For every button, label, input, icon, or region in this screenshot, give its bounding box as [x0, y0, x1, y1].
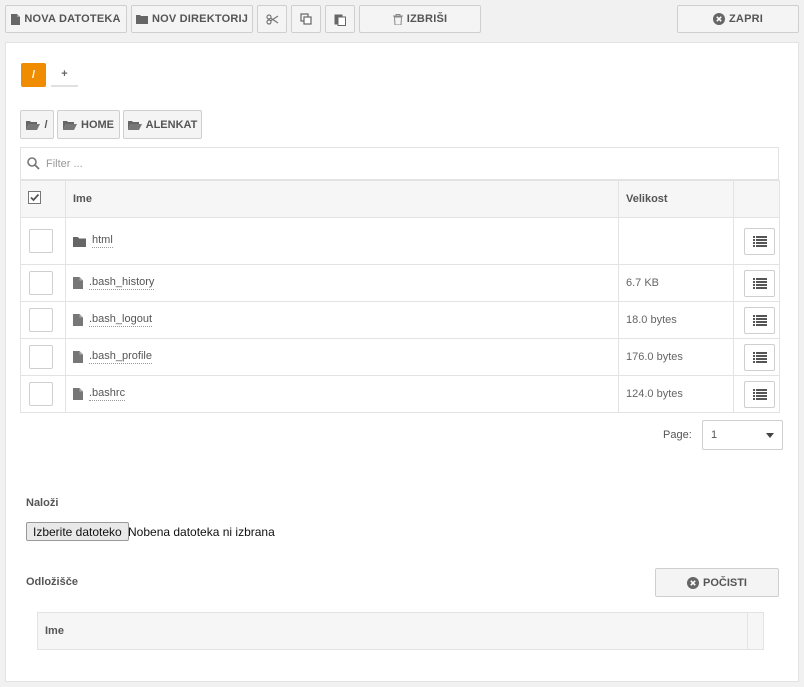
close-button[interactable]: ZAPRI	[677, 5, 799, 33]
file-size	[618, 217, 734, 265]
file-name-link[interactable]: html	[92, 234, 113, 248]
file-table: Ime Velikost html .bash_history 6.7 KB .…	[20, 180, 780, 413]
close-label: ZAPRI	[729, 13, 763, 25]
row-checkbox[interactable]	[29, 271, 53, 295]
row-actions-button[interactable]	[744, 269, 775, 297]
table-row[interactable]: .bash_profile 176.0 bytes	[20, 338, 780, 376]
breadcrumb-label: /	[44, 118, 48, 131]
list-icon	[752, 277, 767, 289]
clipboard-header-row: Ime	[37, 612, 764, 650]
column-header-name[interactable]: Ime	[65, 180, 619, 218]
folder-open-icon	[127, 120, 142, 130]
file-icon	[73, 351, 83, 363]
file-size: 6.7 KB	[618, 264, 734, 302]
breadcrumb-alenkat[interactable]: ALENKAT	[123, 110, 202, 139]
list-icon	[752, 314, 767, 326]
paste-button[interactable]	[325, 5, 355, 33]
list-icon	[752, 235, 767, 247]
clear-clipboard-button[interactable]: POČISTI	[655, 568, 779, 597]
column-header-actions	[733, 180, 780, 218]
copy-icon	[300, 13, 312, 25]
file-icon	[73, 388, 83, 400]
table-row[interactable]: html	[20, 217, 780, 265]
column-header-size[interactable]: Velikost	[618, 180, 734, 218]
scissors-icon	[265, 13, 278, 25]
close-circle-icon	[686, 576, 699, 589]
clipboard-column-name: Ime	[37, 612, 748, 650]
file-size: 124.0 bytes	[618, 375, 734, 413]
list-icon	[752, 388, 767, 400]
file-status-text: Nobena datoteka ni izbrana	[128, 525, 275, 539]
new-file-button[interactable]: NOVA DATOTEKA	[5, 5, 127, 33]
delete-label: IZBRIŠI	[406, 13, 448, 25]
toolbar: NOVA DATOTEKA NOV DIREKTORIJ IZBRIŠI ZAP…	[0, 0, 804, 40]
table-row[interactable]: .bash_logout 18.0 bytes	[20, 301, 780, 339]
file-manager-panel: / + / HOME ALENKAT Ime Velikost	[5, 42, 799, 682]
clear-clipboard-label: POČISTI	[702, 576, 747, 589]
folder-icon	[73, 236, 86, 247]
breadcrumb-home[interactable]: HOME	[57, 110, 120, 139]
row-actions-button[interactable]	[744, 227, 775, 255]
tab-add[interactable]: +	[51, 63, 78, 87]
table-row[interactable]: .bash_history 6.7 KB	[20, 264, 780, 302]
file-icon	[73, 314, 83, 326]
clipboard-table: Ime	[37, 612, 764, 650]
row-checkbox[interactable]	[29, 308, 53, 332]
breadcrumb-root[interactable]: /	[20, 110, 54, 139]
new-file-label: NOVA DATOTEKA	[24, 13, 121, 25]
search-icon	[27, 157, 40, 170]
upload-section-title: Naloži	[26, 497, 59, 509]
file-icon	[73, 277, 83, 289]
file-icon	[11, 13, 21, 25]
filter-box	[20, 147, 779, 180]
folder-open-icon	[26, 120, 41, 130]
table-row[interactable]: .bashrc 124.0 bytes	[20, 375, 780, 413]
row-actions-button[interactable]	[744, 306, 775, 334]
paste-icon	[334, 14, 346, 26]
new-directory-button[interactable]: NOV DIREKTORIJ	[131, 5, 253, 33]
table-header-row: Ime Velikost	[20, 180, 780, 218]
folder-open-icon	[63, 120, 77, 130]
row-actions-button[interactable]	[744, 343, 775, 371]
file-name-link[interactable]: .bash_logout	[89, 313, 152, 327]
caret-down-icon	[766, 432, 774, 438]
page-select-value: 1	[711, 429, 718, 441]
delete-button[interactable]: IZBRIŠI	[359, 5, 481, 33]
list-icon	[752, 351, 767, 363]
close-circle-icon	[713, 13, 725, 25]
checkbox-checked-icon[interactable]	[28, 191, 41, 204]
file-name-link[interactable]: .bashrc	[89, 387, 126, 401]
tab-root[interactable]: /	[21, 63, 46, 87]
clipboard-section-title: Odložišče	[26, 576, 78, 588]
file-name-link[interactable]: .bash_profile	[89, 350, 152, 364]
clipboard-column-actions	[747, 612, 764, 650]
choose-file-button[interactable]: Izberite datoteko	[26, 522, 129, 541]
new-directory-label: NOV DIREKTORIJ	[151, 13, 249, 25]
trash-icon	[392, 13, 403, 25]
cut-button[interactable]	[257, 5, 287, 33]
row-actions-button[interactable]	[744, 380, 775, 408]
page-select[interactable]: 1	[702, 420, 783, 450]
file-size: 18.0 bytes	[618, 301, 734, 339]
folder-icon	[135, 15, 148, 24]
select-all-header[interactable]	[20, 180, 66, 218]
pagination-label: Page:	[663, 429, 692, 441]
file-name-link[interactable]: .bash_history	[89, 276, 155, 290]
row-checkbox[interactable]	[29, 382, 53, 406]
row-checkbox[interactable]	[29, 345, 53, 369]
filter-input[interactable]	[44, 156, 744, 171]
row-checkbox[interactable]	[29, 229, 53, 253]
breadcrumb-label: ALENKAT	[145, 118, 198, 131]
copy-button[interactable]	[291, 5, 321, 33]
file-size: 176.0 bytes	[618, 338, 734, 376]
breadcrumb-label: HOME	[81, 118, 114, 131]
